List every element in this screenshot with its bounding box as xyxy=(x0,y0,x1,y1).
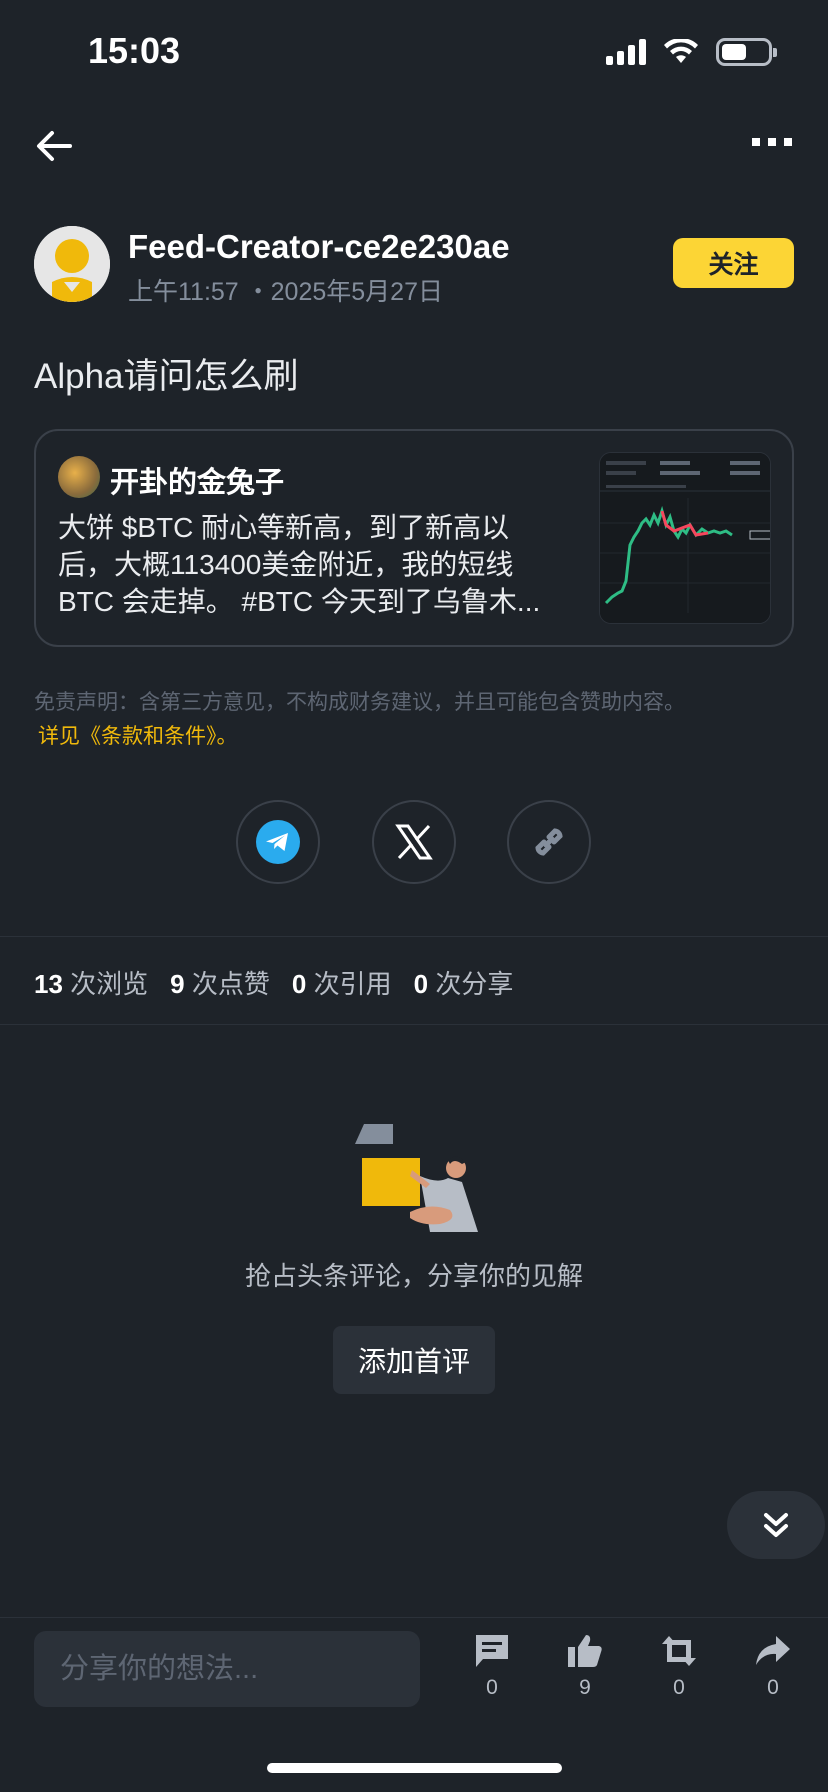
status-time: 15:03 xyxy=(88,30,181,71)
add-first-comment-button[interactable]: 添加首评 xyxy=(333,1326,495,1394)
comment-icon xyxy=(476,1635,508,1667)
copy-link-button[interactable] xyxy=(507,800,591,884)
wifi-icon xyxy=(664,39,698,63)
back-arrow-icon[interactable] xyxy=(34,126,74,166)
link-icon xyxy=(535,828,563,856)
x-icon xyxy=(395,824,433,860)
battery-icon xyxy=(716,38,777,66)
follow-button[interactable]: 关注 xyxy=(673,238,794,288)
quotes-stat: 0 次引用 xyxy=(291,969,392,999)
share-telegram-button[interactable] xyxy=(236,800,320,884)
quoted-author-avatar xyxy=(58,456,100,498)
post-body: Alpha请问怎么刷 xyxy=(34,357,299,396)
share-action[interactable]: 0 xyxy=(743,1632,803,1700)
share-x-button[interactable] xyxy=(372,800,456,884)
quoted-author-name: 开卦的金兔子 xyxy=(110,467,285,499)
terms-link[interactable]: 详见《条款和条件》。 xyxy=(38,720,238,750)
post-stats: 13 次浏览 9 次点赞 0 次引用 0 次分享 xyxy=(34,964,513,1001)
double-chevron-down-icon xyxy=(764,1513,788,1537)
like-count: 9 xyxy=(579,1676,591,1699)
chart-thumbnail xyxy=(599,452,771,624)
repost-count: 0 xyxy=(673,1676,685,1699)
disclaimer-text: 免责声明：含第三方意见，不构成财务建议，并且可能包含赞助内容。 xyxy=(34,691,685,714)
signal-icon xyxy=(606,39,646,65)
comment-count: 0 xyxy=(486,1676,498,1699)
thumbs-up-icon xyxy=(568,1635,602,1667)
home-indicator xyxy=(267,1763,562,1773)
shares-stat: 0 次分享 xyxy=(413,969,514,999)
repost-action[interactable]: 0 xyxy=(649,1632,709,1700)
empty-comments-text: 抢占头条评论，分享你的见解 xyxy=(244,1261,583,1291)
comment-action[interactable]: 0 xyxy=(462,1632,522,1700)
author-name[interactable]: Feed-Creator-ce2e230ae xyxy=(128,228,510,266)
quoted-post-card[interactable]: 开卦的金兔子 大饼 $BTC 耐心等新高，到了新高以后，大概113400美金附近… xyxy=(34,429,794,647)
views-stat: 13 次浏览 xyxy=(34,969,149,999)
scroll-to-bottom-button[interactable] xyxy=(727,1491,825,1559)
divider xyxy=(0,1024,828,1025)
more-options-icon[interactable] xyxy=(752,138,792,152)
share-count: 0 xyxy=(767,1676,779,1699)
post-timestamp: 上午11:57 ・2025年5月27日 xyxy=(128,278,443,306)
empty-comments-illustration xyxy=(355,1124,478,1232)
share-arrow-icon xyxy=(756,1636,790,1665)
quoted-post-text: 大饼 $BTC 耐心等新高，到了新高以后，大概113400美金附近，我的短线BT… xyxy=(58,512,541,617)
like-action[interactable]: 9 xyxy=(555,1632,615,1700)
divider xyxy=(0,1617,828,1618)
avatar[interactable] xyxy=(34,226,110,302)
likes-stat: 9 次点赞 xyxy=(170,969,270,999)
telegram-icon xyxy=(256,820,300,864)
status-icons xyxy=(606,38,777,66)
repost-icon xyxy=(662,1636,696,1666)
divider xyxy=(0,936,828,937)
comment-input[interactable] xyxy=(34,1631,420,1707)
